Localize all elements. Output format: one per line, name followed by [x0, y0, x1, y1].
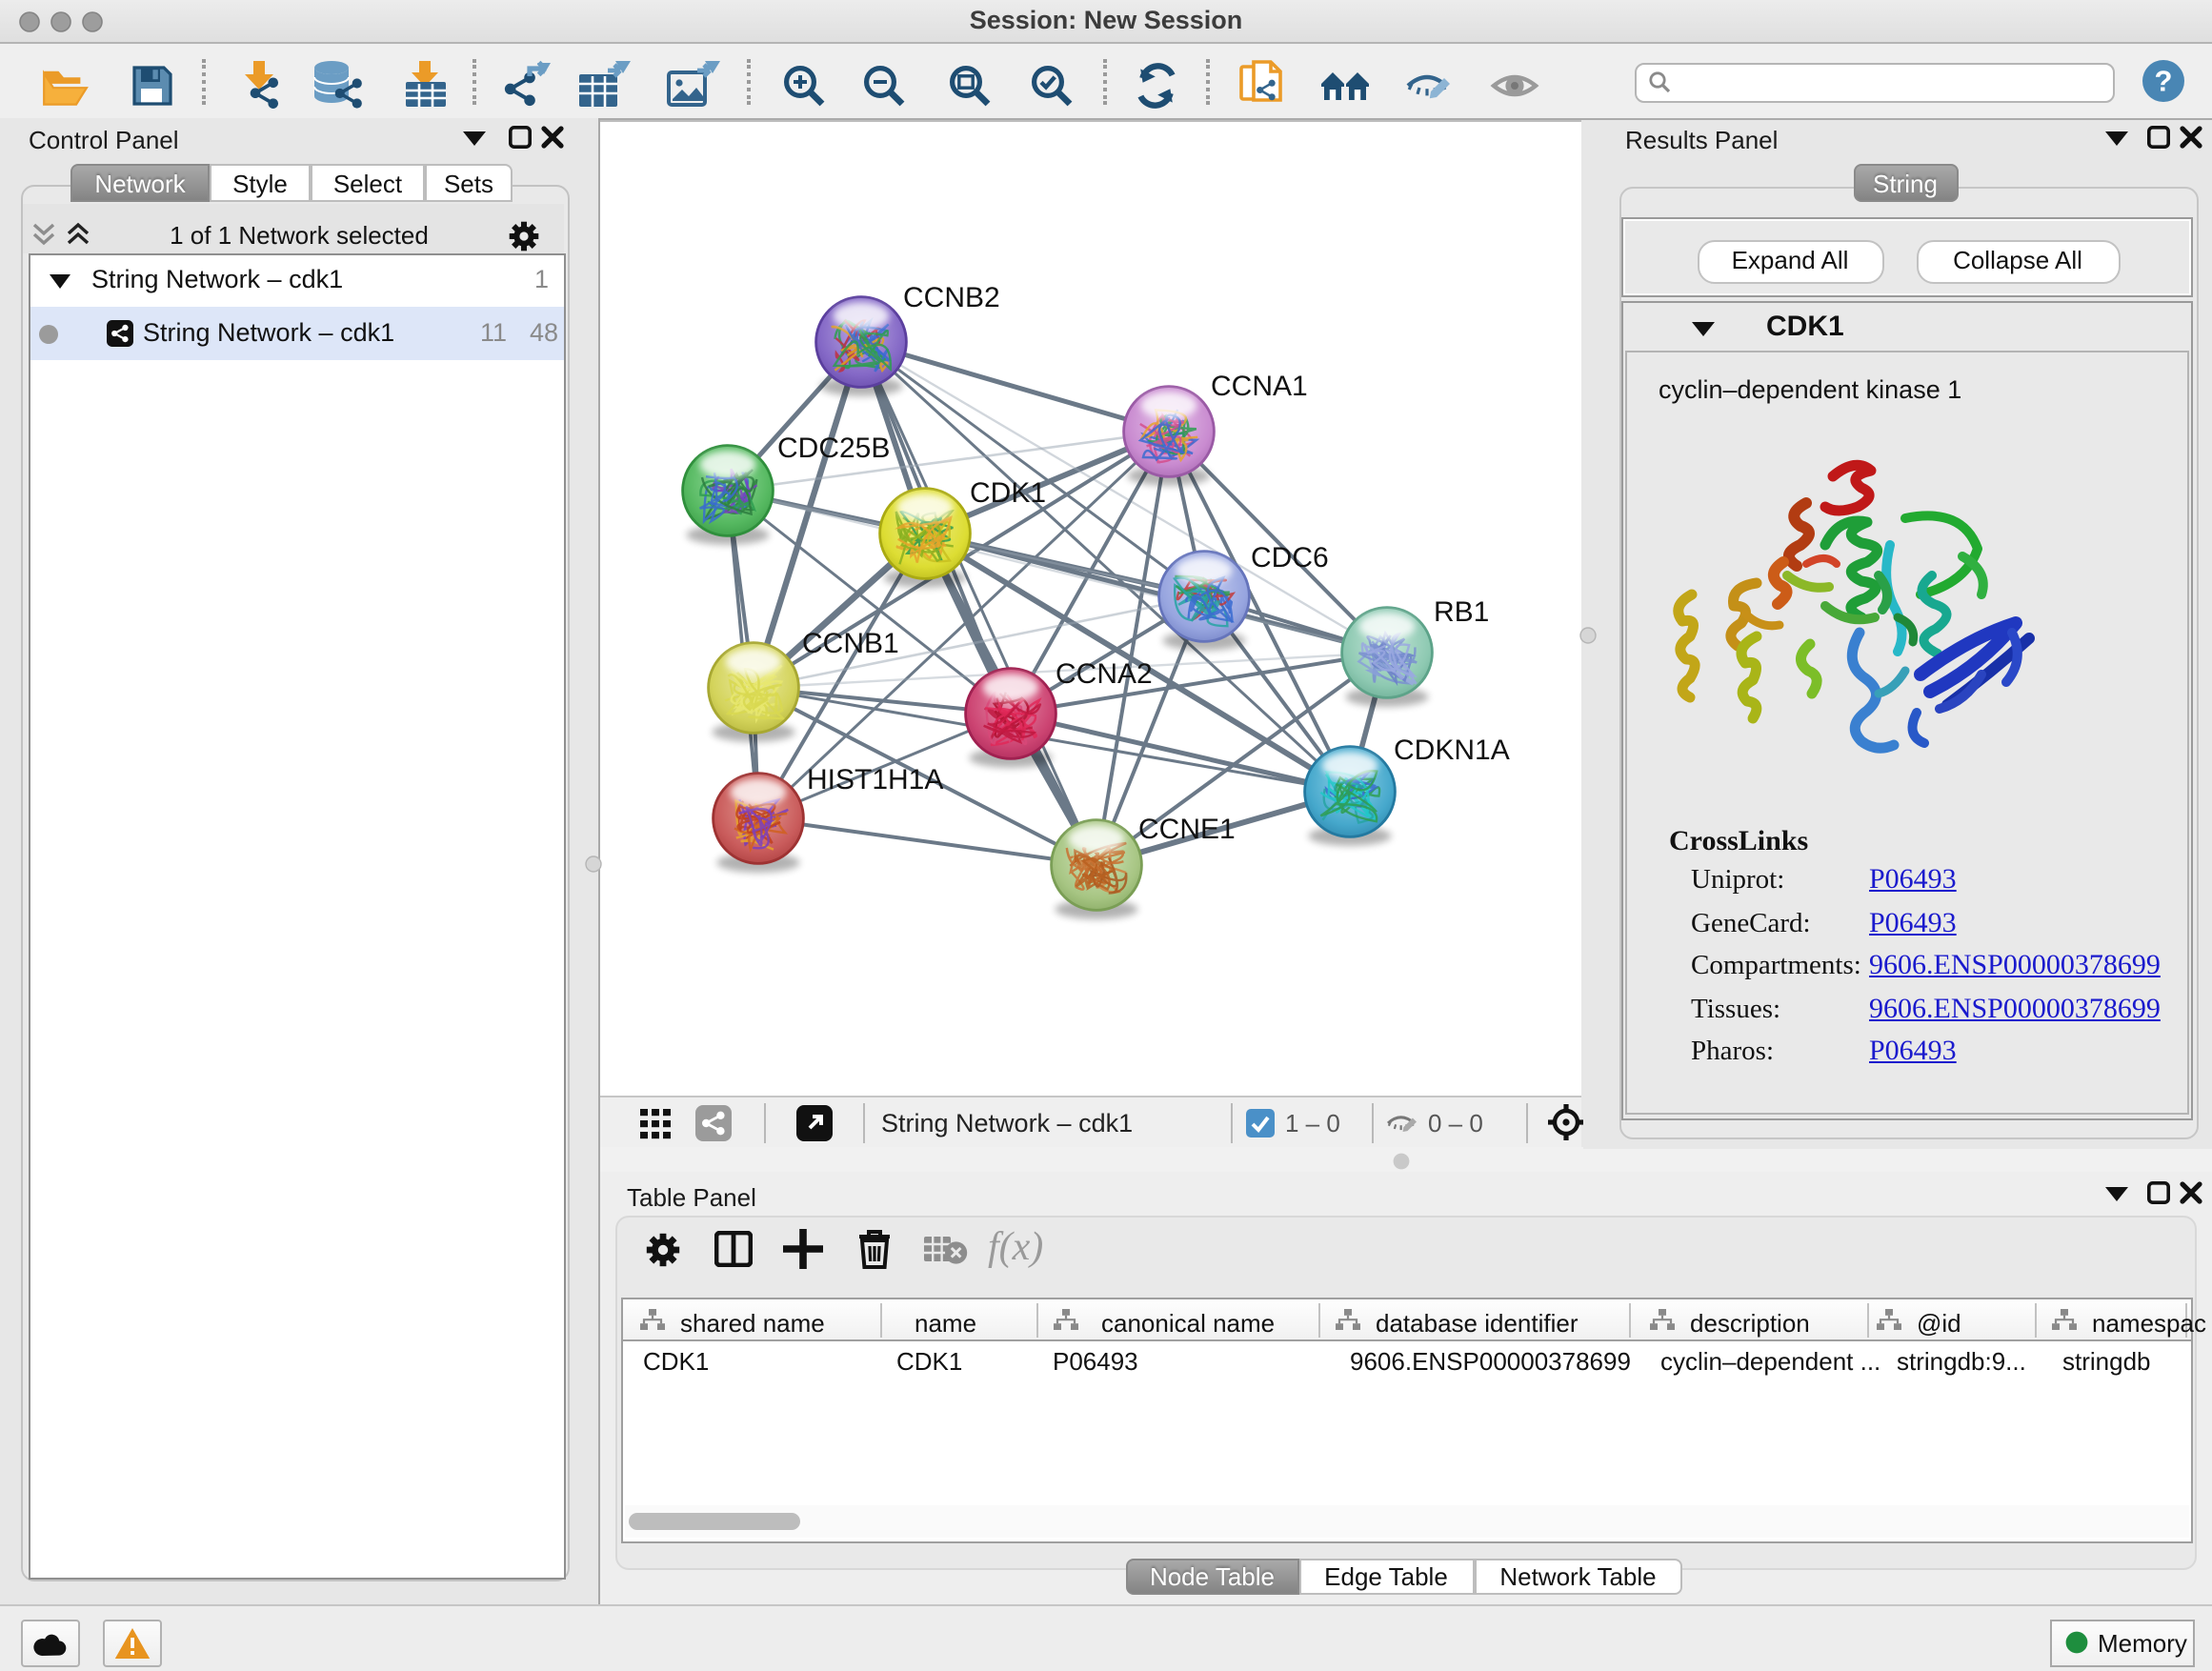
svg-text:?: ? [2155, 64, 2173, 97]
svg-text:CDK1: CDK1 [969, 476, 1045, 508]
svg-text:CCNA1: CCNA1 [1210, 370, 1307, 401]
svg-text:CCNB1: CCNB1 [801, 627, 898, 658]
svg-text:CDC25B: CDC25B [776, 432, 889, 463]
svg-text:HIST1H1A: HIST1H1A [806, 763, 942, 795]
svg-text:CCNA2: CCNA2 [1055, 657, 1152, 689]
svg-text:CDKN1A: CDKN1A [1393, 734, 1509, 765]
svg-text:CCNB2: CCNB2 [902, 281, 999, 312]
svg-text:RB1: RB1 [1433, 595, 1488, 627]
svg-text:CDC6: CDC6 [1250, 541, 1328, 573]
svg-text:CCNE1: CCNE1 [1137, 813, 1235, 844]
